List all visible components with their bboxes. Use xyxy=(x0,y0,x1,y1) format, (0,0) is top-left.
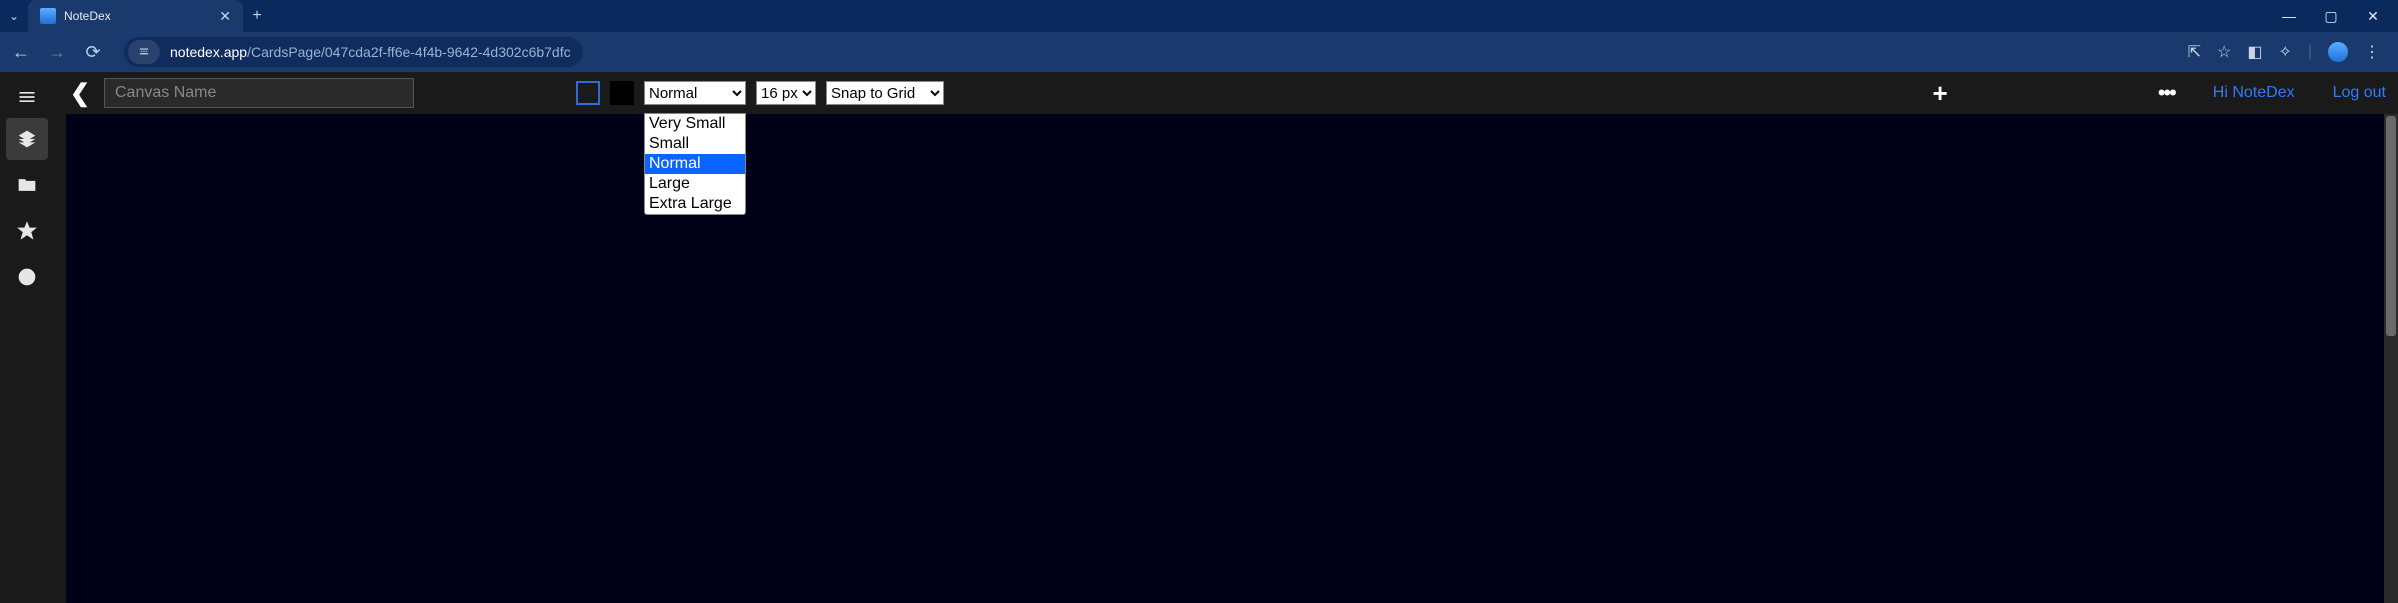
close-tab-icon[interactable]: ✕ xyxy=(219,8,231,25)
maximize-icon[interactable]: ▢ xyxy=(2322,8,2340,25)
tab-list-caret-icon[interactable]: ⌄ xyxy=(0,9,28,23)
size-option-small[interactable]: Small xyxy=(645,134,745,154)
url-pill[interactable]: notedex.app/CardsPage/047cda2f-ff6e-4f4b… xyxy=(124,37,583,67)
layers-icon[interactable] xyxy=(6,118,48,160)
app-toolbar: ❮ Normal Very Small Small Normal Large E… xyxy=(54,72,2398,114)
url-host: notedex.app xyxy=(170,44,247,60)
size-select-dropdown[interactable]: Very Small Small Normal Large Extra Larg… xyxy=(644,113,746,215)
canvas-name-input[interactable] xyxy=(104,78,414,108)
snap-select[interactable]: Snap to Grid xyxy=(826,81,944,105)
logout-link[interactable]: Log out xyxy=(2333,84,2386,102)
greeting-link[interactable]: Hi NoteDex xyxy=(2213,84,2295,102)
canvas-wrap xyxy=(54,114,2398,603)
app-root: ❮ Normal Very Small Small Normal Large E… xyxy=(0,72,2398,603)
px-select[interactable]: 16 px xyxy=(756,81,816,105)
main-area: ❮ Normal Very Small Small Normal Large E… xyxy=(54,72,2398,603)
window-controls: — ▢ ✕ xyxy=(2264,8,2398,25)
scrollbar-thumb[interactable] xyxy=(2386,116,2396,336)
stroke-color-swatch[interactable] xyxy=(576,81,600,105)
address-bar: ← → ⟳ notedex.app/CardsPage/047cda2f-ff6… xyxy=(0,32,2398,72)
clock-icon[interactable] xyxy=(6,256,48,298)
minimize-icon[interactable]: — xyxy=(2280,8,2298,25)
folder-icon[interactable] xyxy=(6,164,48,206)
close-window-icon[interactable]: ✕ xyxy=(2364,8,2382,25)
url-path: /CardsPage/047cda2f-ff6e-4f4b-9642-4d302… xyxy=(247,44,571,60)
hamburger-menu-icon[interactable] xyxy=(6,80,48,114)
size-option-large[interactable]: Large xyxy=(645,174,745,194)
reload-icon[interactable]: ⟳ xyxy=(82,42,104,63)
sidebar xyxy=(0,72,54,603)
kebab-menu-icon[interactable]: ⋮ xyxy=(2364,42,2380,62)
favicon-icon xyxy=(40,8,56,24)
browser-tab[interactable]: NoteDex ✕ xyxy=(28,0,243,32)
new-tab-button[interactable]: + xyxy=(243,7,271,25)
size-option-very-small[interactable]: Very Small xyxy=(645,114,745,134)
size-option-extra-large[interactable]: Extra Large xyxy=(645,194,745,214)
site-info-icon[interactable] xyxy=(128,40,160,64)
tab-bar: ⌄ NoteDex ✕ + — ▢ ✕ xyxy=(0,0,2398,32)
fill-color-swatch[interactable] xyxy=(610,81,634,105)
more-menu-icon[interactable]: ••• xyxy=(2158,80,2175,106)
url-text: notedex.app/CardsPage/047cda2f-ff6e-4f4b… xyxy=(160,44,583,60)
separator: | xyxy=(2308,43,2312,61)
size-option-normal[interactable]: Normal xyxy=(645,154,745,174)
extensions-icon[interactable]: ✧ xyxy=(2278,42,2291,62)
canvas[interactable] xyxy=(66,114,2384,603)
reader-icon[interactable]: ◧ xyxy=(2247,42,2262,62)
tab-title: NoteDex xyxy=(64,9,211,23)
profile-avatar-icon[interactable] xyxy=(2328,42,2348,62)
back-icon[interactable]: ← xyxy=(10,42,32,63)
vertical-scrollbar[interactable] xyxy=(2384,114,2398,603)
back-chevron-icon[interactable]: ❮ xyxy=(66,79,94,108)
open-external-icon[interactable]: ⇱ xyxy=(2188,42,2201,62)
browser-chrome: ⌄ NoteDex ✕ + — ▢ ✕ ← → ⟳ notedex.app/Ca… xyxy=(0,0,2398,72)
size-select[interactable]: Normal xyxy=(644,81,746,105)
add-button[interactable]: + xyxy=(1933,78,1948,109)
forward-icon[interactable]: → xyxy=(46,42,68,63)
bookmark-icon[interactable]: ☆ xyxy=(2217,42,2231,62)
star-icon[interactable] xyxy=(6,210,48,252)
